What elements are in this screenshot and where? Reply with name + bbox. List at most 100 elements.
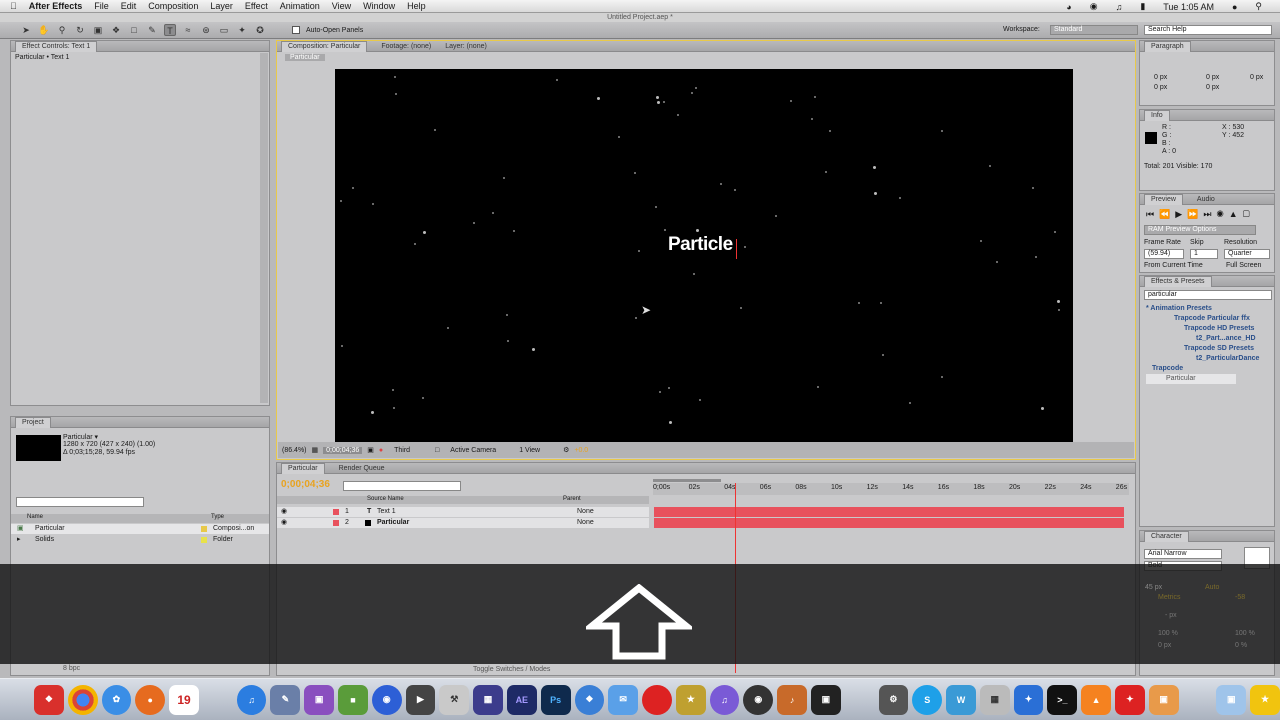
user-icon[interactable]: ●	[1232, 2, 1237, 12]
after-effects-icon[interactable]: AE	[506, 684, 537, 715]
tab-audio[interactable]: Audio	[1197, 196, 1215, 203]
visibility-icon[interactable]: ◉	[281, 518, 287, 528]
effects-search-input[interactable]: particular	[1144, 290, 1272, 300]
font-size-value[interactable]: 45 px	[1145, 584, 1162, 591]
parent-select[interactable]: None	[577, 507, 594, 517]
wifi-icon[interactable]: ◕	[1066, 2, 1071, 12]
camera-app-icon[interactable]: ◉	[743, 684, 774, 715]
effect-controls-scrollbar[interactable]	[260, 53, 268, 403]
menu-layer[interactable]: Layer	[210, 1, 233, 11]
full-screen-checkbox[interactable]: Full Screen	[1226, 262, 1261, 269]
calendar-icon[interactable]: 19	[169, 684, 199, 715]
bpc-indicator[interactable]: 8 bpc	[63, 665, 80, 672]
grid-icon[interactable]: ▦	[312, 446, 319, 454]
visibility-icon[interactable]: ◉	[281, 507, 287, 517]
brush-tool-icon[interactable]: ≈	[182, 24, 194, 36]
composition-viewer[interactable]: Particle ➤	[335, 69, 1073, 442]
work-area-bar[interactable]	[653, 479, 721, 482]
pan-behind-tool-icon[interactable]: ❖	[110, 24, 122, 36]
tab-footage[interactable]: Footage: (none)	[381, 43, 431, 50]
xcode-icon[interactable]: ✦	[1013, 684, 1044, 715]
paragraph-space-before[interactable]: 0 px	[1154, 84, 1167, 91]
current-time[interactable]: 0;00;04;36	[281, 479, 330, 490]
table-row[interactable]: ◉ 2 Particular None	[277, 518, 649, 528]
menu-composition[interactable]: Composition	[148, 1, 198, 11]
leading-value[interactable]: Auto	[1205, 584, 1219, 591]
breadcrumb[interactable]: Particular	[285, 54, 325, 61]
globe-app-icon[interactable]: ◉	[371, 684, 402, 715]
camera-tool-icon[interactable]: ▣	[92, 24, 104, 36]
chrome-icon[interactable]	[67, 684, 98, 715]
paragraph-indent-first[interactable]: 0 px	[1206, 74, 1219, 81]
tree-item[interactable]: t2_ParticularDance	[1146, 354, 1259, 364]
timeline-search-input[interactable]	[343, 481, 461, 491]
paragraph-space-after[interactable]: 0 px	[1206, 84, 1219, 91]
tools-app-icon[interactable]: ⚒	[439, 684, 470, 715]
grid-icon[interactable]: ▦	[979, 684, 1010, 715]
auto-open-checkbox[interactable]	[292, 26, 300, 34]
tab-render-queue[interactable]: Render Queue	[339, 465, 385, 472]
snapshot-icon[interactable]: ▣	[367, 446, 374, 454]
tree-item[interactable]: Trapcode	[1146, 364, 1259, 374]
column-source-name[interactable]: Source Name	[367, 496, 404, 502]
stroke-width-value[interactable]: - px	[1165, 612, 1177, 619]
grid-app-icon[interactable]: ▦	[473, 684, 503, 715]
tab-effects-presets[interactable]: Effects & Presets	[1144, 275, 1212, 287]
tab-layer[interactable]: Layer: (none)	[445, 43, 487, 50]
horizontal-scale-value[interactable]: 100 %	[1235, 630, 1255, 637]
column-type[interactable]: Type	[211, 514, 224, 520]
rotate-tool-icon[interactable]: ↻	[74, 24, 86, 36]
battery-icon[interactable]: ▮	[1140, 1, 1145, 12]
column-parent[interactable]: Parent	[563, 496, 581, 502]
timecode-display[interactable]: 0;00;04;36	[323, 446, 363, 454]
color-channel-icon[interactable]: ●	[379, 447, 383, 454]
word-app-icon[interactable]: W	[946, 684, 976, 715]
puppet-tool-icon[interactable]: ✪	[254, 24, 266, 36]
itunes-icon[interactable]: ♫	[236, 684, 267, 715]
downloads-folder-icon[interactable]: ▣	[1216, 684, 1247, 715]
paragraph-indent-left[interactable]: 0 px	[1154, 74, 1167, 81]
exposure-value[interactable]: +0.0	[574, 447, 588, 454]
terminal-icon[interactable]: >_	[1047, 684, 1078, 715]
kerning-value[interactable]: Metrics	[1158, 594, 1181, 601]
frame-rate-select[interactable]: (59.94)	[1144, 249, 1184, 259]
record-icon[interactable]	[642, 684, 672, 715]
mail-icon[interactable]: ✉	[608, 684, 639, 715]
photos-icon[interactable]: ▣	[304, 684, 335, 715]
preview-app-icon[interactable]: ✎	[270, 684, 301, 715]
tree-item[interactable]: Trapcode SD Presets	[1146, 344, 1259, 354]
parent-select[interactable]: None	[577, 518, 594, 528]
bluetooth-icon[interactable]: ◉	[1090, 1, 1098, 12]
toggle-switches-button[interactable]: Toggle Switches / Modes	[473, 666, 550, 673]
tree-item[interactable]: t2_Part...ance_HD	[1146, 334, 1259, 344]
selection-tool-icon[interactable]: ➤	[20, 24, 32, 36]
layer-name[interactable]: Particular	[377, 518, 409, 528]
lightbulb-app-icon[interactable]: ★	[1250, 684, 1280, 715]
tab-character[interactable]: Character	[1144, 530, 1189, 542]
project-comp-name[interactable]: Particular ▾	[63, 433, 98, 441]
layer-name[interactable]: Text 1	[377, 507, 396, 517]
roto-tool-icon[interactable]: ✦	[236, 24, 248, 36]
flash-app-icon[interactable]: ✦	[1115, 684, 1145, 715]
star-app-icon[interactable]: ★	[675, 684, 706, 715]
menu-window[interactable]: Window	[363, 1, 395, 11]
region-icon[interactable]: □	[435, 447, 439, 454]
tab-preview[interactable]: Preview	[1144, 193, 1183, 205]
font-family-select[interactable]: Arial Narrow	[1144, 549, 1222, 559]
spotlight-icon[interactable]: ⚲	[1255, 1, 1262, 12]
vertical-scale-value[interactable]: 100 %	[1158, 630, 1178, 637]
tab-composition[interactable]: Composition: Particular	[281, 40, 368, 52]
views-select[interactable]: 1 View	[519, 447, 540, 454]
list-item[interactable]: ▸ Solids Folder	[11, 535, 269, 545]
layer-duration-bar[interactable]	[654, 507, 1124, 517]
fast-preview-icon[interactable]: ⚙	[563, 446, 569, 454]
time-ruler[interactable]: 0;00s 02s 04s 06s 08s 10s 12s 14s 16s 18s 20s 22s 24…	[653, 483, 1129, 495]
network-app-icon[interactable]: ❖	[574, 684, 605, 715]
type-tool-icon[interactable]: T	[164, 24, 176, 36]
garageband-icon[interactable]: ♪	[777, 684, 807, 715]
tab-paragraph[interactable]: Paragraph	[1144, 40, 1191, 52]
column-name[interactable]: Name	[27, 514, 43, 520]
menu-edit[interactable]: Edit	[121, 1, 137, 11]
clock[interactable]: Tue 1:05 AM	[1163, 2, 1214, 12]
skip-select[interactable]: 1	[1190, 249, 1218, 259]
